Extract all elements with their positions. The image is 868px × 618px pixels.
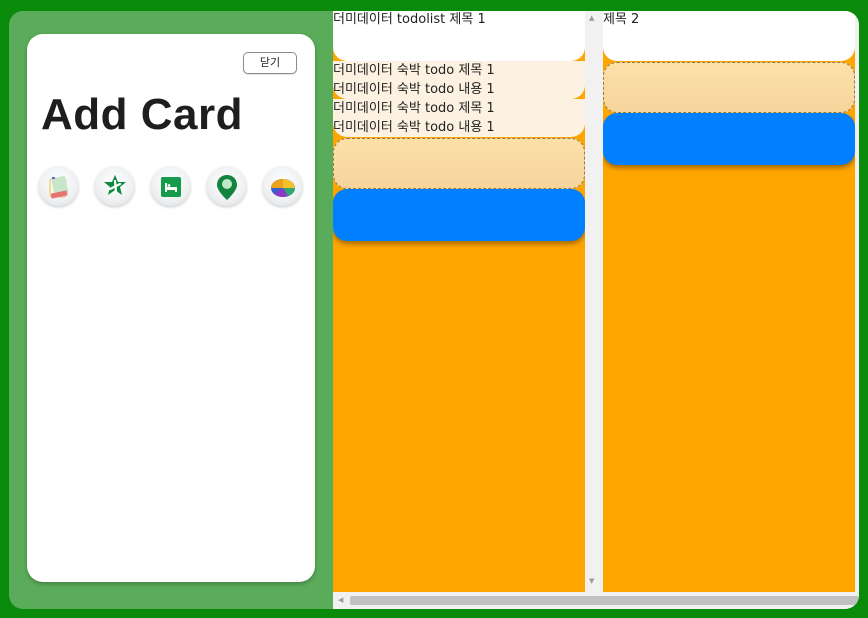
column-title-card[interactable]: 제목 2 bbox=[603, 11, 855, 61]
board-horizontal-scrollbar[interactable]: ◀ bbox=[333, 592, 859, 609]
pie-chart-icon-button[interactable] bbox=[263, 167, 302, 206]
todo-item-title: 더미데이터 숙박 todo 제목 1 bbox=[333, 63, 495, 78]
close-button[interactable]: 닫기 bbox=[243, 52, 297, 74]
column-title: 더미데이터 todolist 제목 1 bbox=[333, 12, 486, 27]
add-todo-button[interactable] bbox=[603, 113, 855, 165]
app-frame: 닫기 Add Card 더미데이터 todolist 제목 1 더미데이터 숙박… bbox=[9, 11, 859, 609]
airplane-icon-button[interactable] bbox=[95, 167, 134, 206]
todo-item-title: 더미데이터 숙박 todo 제목 1 bbox=[333, 101, 495, 116]
pie-chart-icon bbox=[270, 178, 295, 197]
todo-item-content: 더미데이터 숙박 todo 내용 1 bbox=[333, 120, 495, 135]
scroll-up-arrow-icon[interactable]: ▲ bbox=[589, 15, 594, 22]
notepad-icon-button[interactable] bbox=[39, 167, 78, 206]
map-pin-icon bbox=[216, 174, 237, 200]
airplane-icon bbox=[103, 174, 126, 195]
todo-item[interactable]: 더미데이터 숙박 todo 제목 1 더미데이터 숙박 todo 내용 1 bbox=[333, 61, 585, 99]
column-title: 제목 2 bbox=[603, 12, 640, 27]
notepad-icon bbox=[49, 175, 68, 199]
add-todo-button[interactable] bbox=[333, 189, 585, 241]
todo-item-content: 더미데이터 숙박 todo 내용 1 bbox=[333, 82, 495, 97]
todo-item[interactable]: 더미데이터 숙박 todo 제목 1 더미데이터 숙박 todo 내용 1 bbox=[333, 99, 585, 137]
hotel-bed-icon-button[interactable] bbox=[151, 167, 190, 206]
drop-placeholder[interactable] bbox=[333, 138, 585, 189]
scroll-down-arrow-icon[interactable]: ▼ bbox=[589, 578, 594, 585]
todo-board: 더미데이터 todolist 제목 1 더미데이터 숙박 todo 제목 1 더… bbox=[333, 11, 859, 609]
scroll-left-arrow-icon[interactable]: ◀ bbox=[338, 597, 343, 604]
add-card-panel: 닫기 Add Card bbox=[27, 34, 315, 582]
category-icon-row bbox=[39, 167, 302, 206]
add-card-title: Add Card bbox=[41, 90, 243, 139]
map-pin-icon-button[interactable] bbox=[207, 167, 246, 206]
scrollbar-thumb[interactable] bbox=[350, 596, 859, 605]
column-scrollbar[interactable]: ▲ ▼ bbox=[585, 11, 602, 592]
column-scrollbar[interactable] bbox=[855, 11, 859, 592]
todo-column[interactable]: 더미데이터 todolist 제목 1 더미데이터 숙박 todo 제목 1 더… bbox=[333, 11, 585, 592]
drop-placeholder[interactable] bbox=[603, 62, 855, 113]
column-title-card[interactable]: 더미데이터 todolist 제목 1 bbox=[333, 11, 585, 61]
todo-column[interactable]: 제목 2 bbox=[603, 11, 855, 592]
hotel-bed-icon bbox=[160, 176, 181, 197]
